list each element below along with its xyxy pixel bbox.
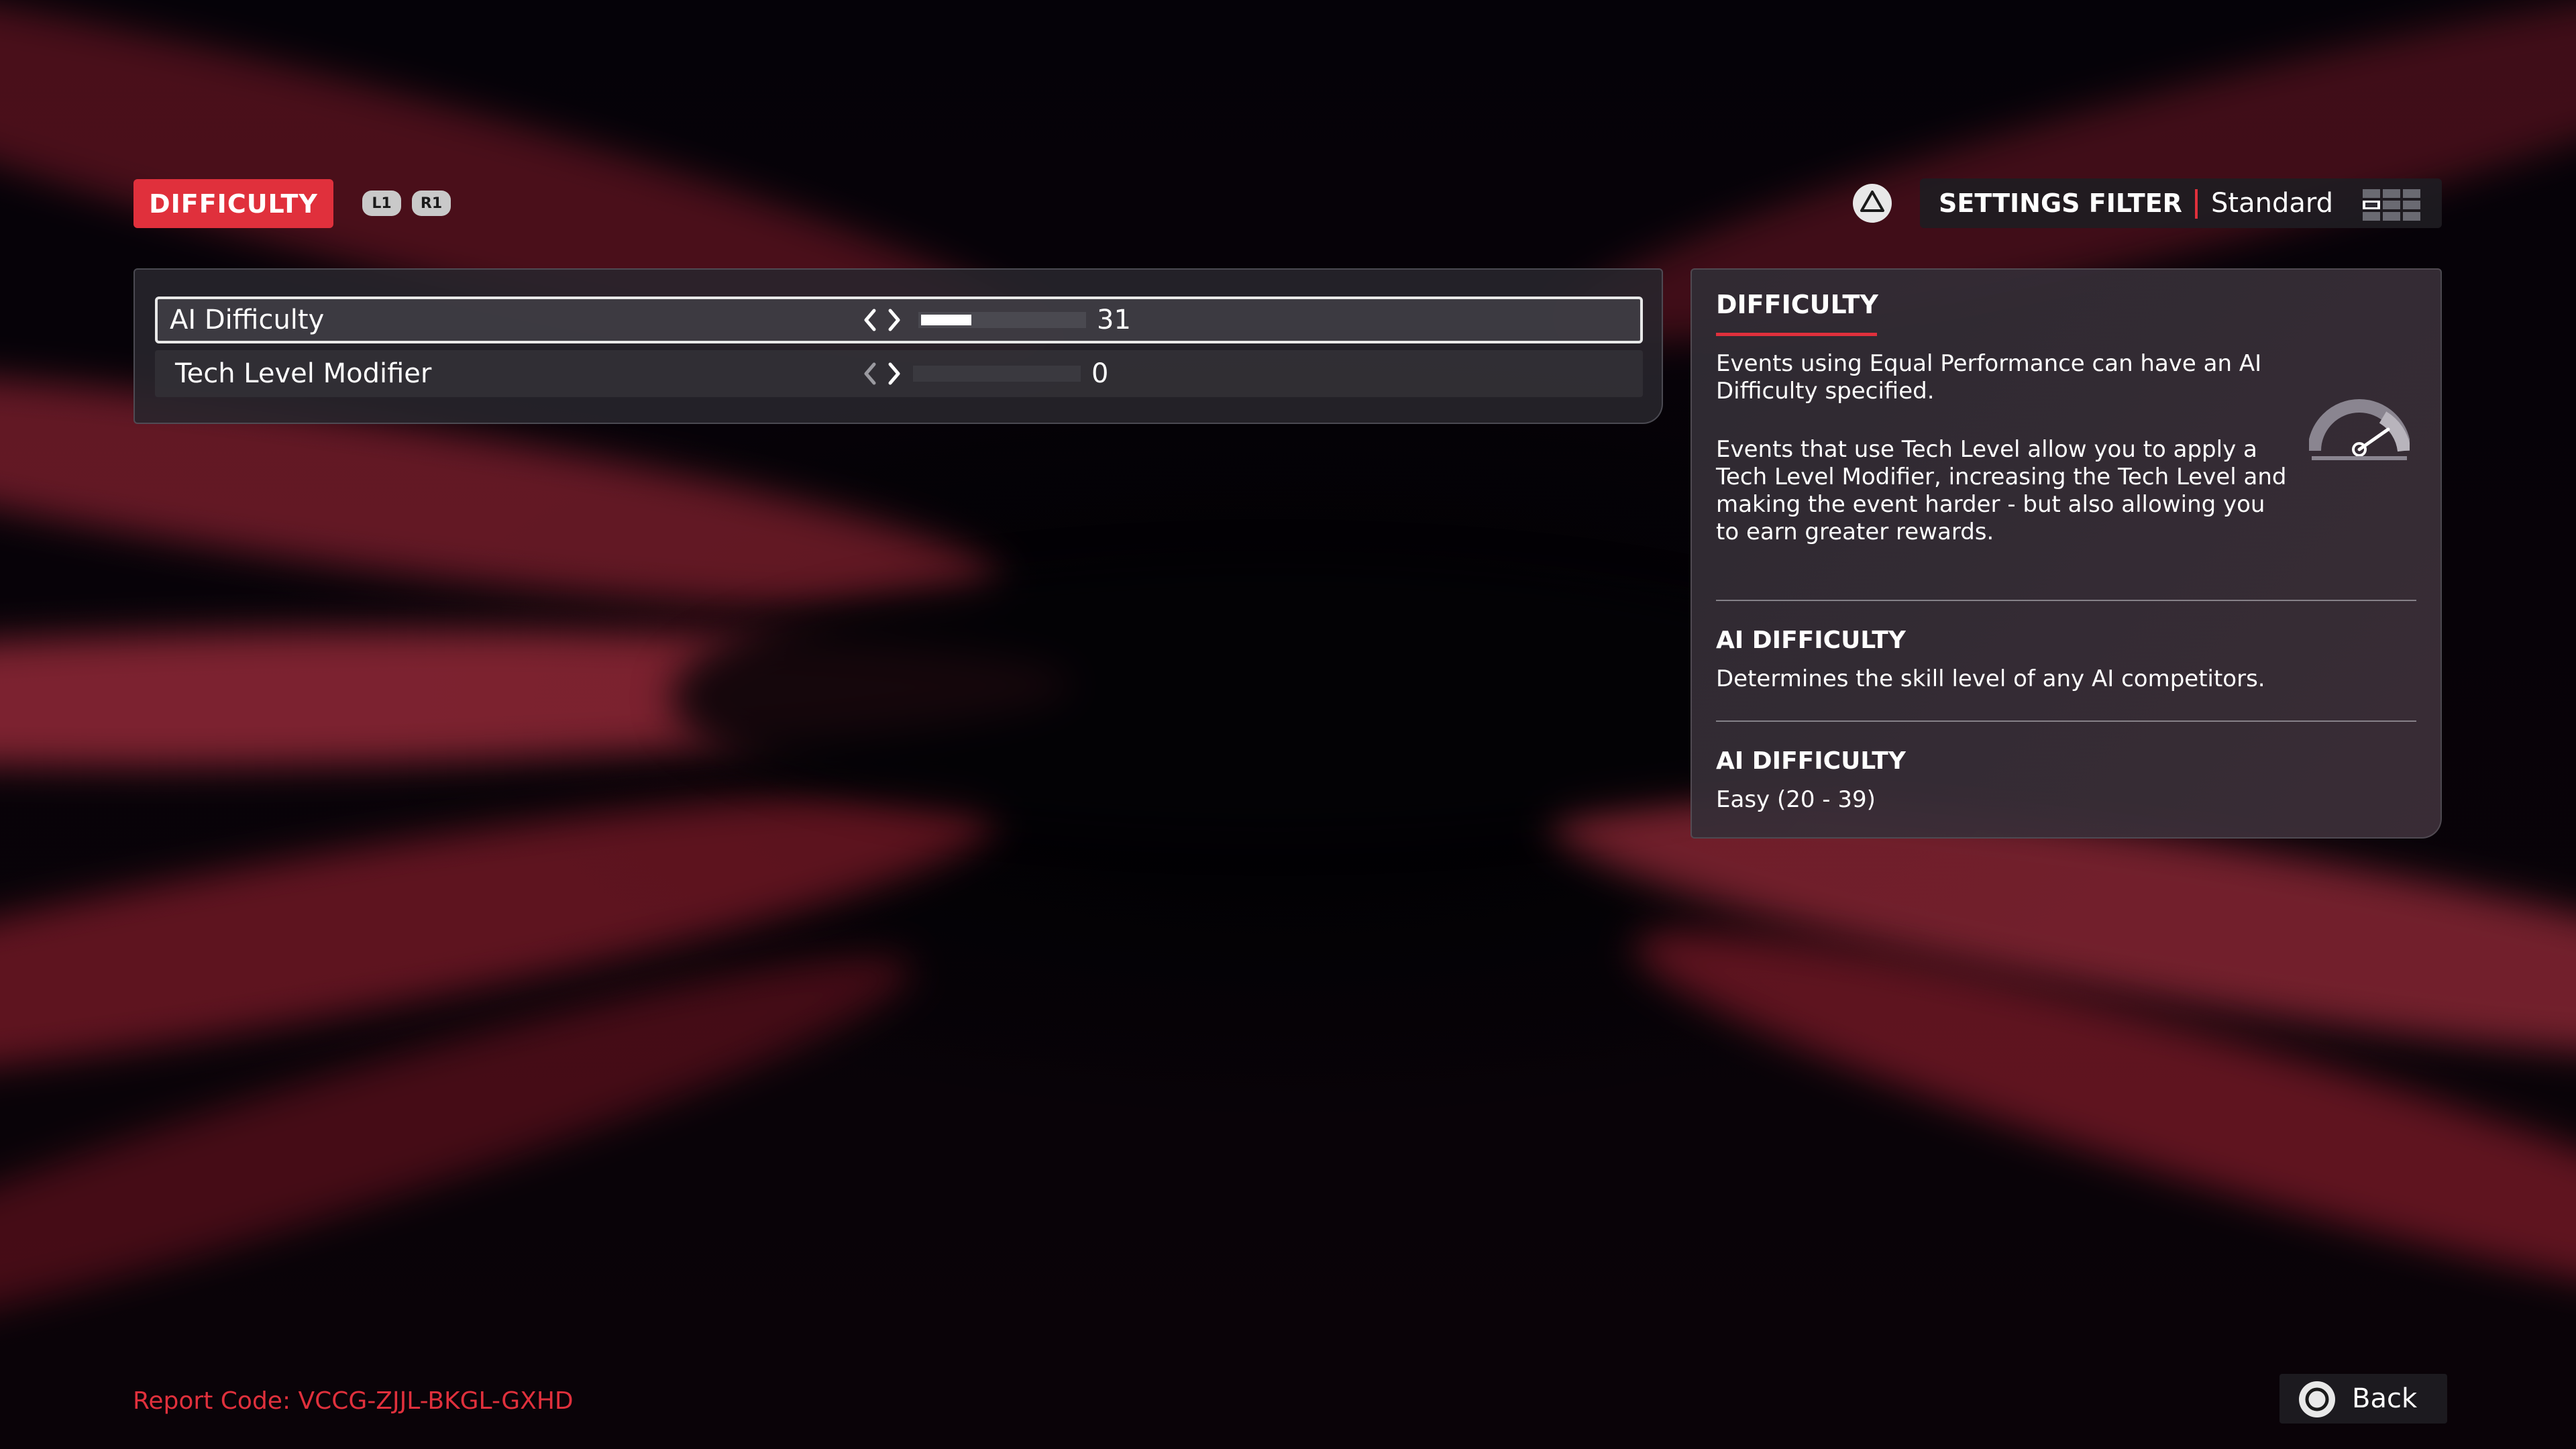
- setting-row-ai-difficulty[interactable]: AI Difficulty 31: [155, 297, 1643, 343]
- tab-difficulty[interactable]: DIFFICULTY: [133, 179, 333, 228]
- speedometer-icon: [2309, 399, 2410, 460]
- r1-button-icon[interactable]: R1: [412, 191, 451, 216]
- setting-value: 31: [1097, 305, 1131, 335]
- grid-toggle-icon: [2363, 189, 2420, 221]
- setting-label: AI Difficulty: [170, 305, 325, 335]
- light-streak: [0, 737, 1010, 1141]
- setting-row-tech-level-modifier[interactable]: Tech Level Modifier 0: [155, 350, 1643, 397]
- r1-label: R1: [420, 195, 443, 212]
- back-label: Back: [2352, 1383, 2418, 1414]
- setting-label: Tech Level Modifier: [175, 358, 432, 389]
- settings-list: AI Difficulty 31 Tech Level Modifier 0: [133, 268, 1663, 424]
- screen: DIFFICULTY L1 R1 SETTINGS FILTER Standar…: [0, 0, 2576, 1449]
- l1-button-icon[interactable]: L1: [362, 191, 401, 216]
- light-streak: [1614, 873, 2576, 1367]
- triangle-icon[interactable]: [1851, 182, 1893, 224]
- light-streak: [0, 616, 1075, 779]
- setting-value: 0: [1091, 358, 1109, 389]
- divider: [1716, 600, 2416, 601]
- info-section-text: Easy (20 - 39): [1716, 786, 1876, 813]
- circle-button-icon: [2299, 1381, 2335, 1417]
- info-section-title: AI DIFFICULTY: [1716, 627, 1906, 654]
- report-code: Report Code: VCCG-ZJJL-BKGL-GXHD: [133, 1387, 574, 1415]
- light-streak: [0, 903, 931, 1405]
- settings-filter-label: SETTINGS FILTER: [1939, 189, 2182, 218]
- settings-filter[interactable]: SETTINGS FILTER Standard: [1920, 178, 2442, 228]
- value-slider[interactable]: [913, 366, 1081, 382]
- info-section-text: Determines the skill level of any AI com…: [1716, 665, 2265, 692]
- info-description: Events that use Tech Level allow you to …: [1716, 436, 2287, 545]
- info-title-underline: [1716, 333, 1877, 336]
- value-slider[interactable]: [918, 312, 1086, 328]
- info-section-title: AI DIFFICULTY: [1716, 747, 1906, 775]
- info-description: Events using Equal Performance can have …: [1716, 350, 2262, 405]
- back-button[interactable]: Back: [2279, 1374, 2447, 1424]
- l1-label: L1: [372, 195, 392, 212]
- settings-filter-value: Standard: [2211, 188, 2333, 219]
- left-right-arrows-icon[interactable]: [859, 307, 906, 333]
- tab-difficulty-label: DIFFICULTY: [149, 189, 318, 219]
- info-title: DIFFICULTY: [1716, 290, 1878, 319]
- info-panel: DIFFICULTY Events using Equal Performanc…: [1690, 268, 2442, 839]
- divider: [1716, 720, 2416, 722]
- value-slider-fill: [921, 315, 971, 325]
- settings-filter-divider: [2195, 189, 2198, 219]
- left-right-arrows-icon[interactable]: [859, 360, 906, 387]
